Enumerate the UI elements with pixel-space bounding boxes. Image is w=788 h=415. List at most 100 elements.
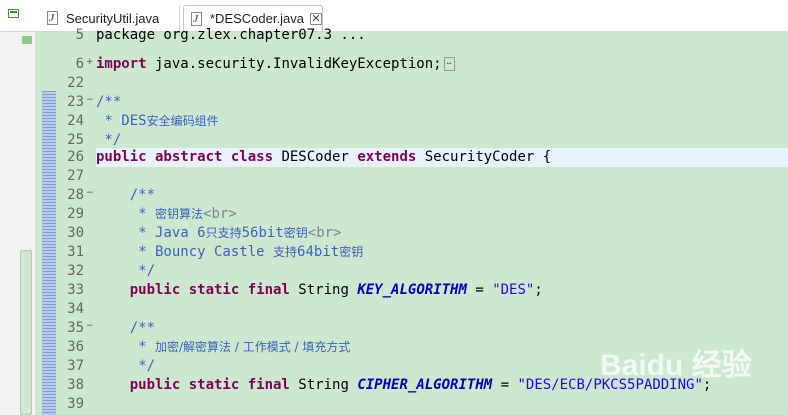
code-text: /**	[96, 93, 121, 112]
line-number: 26	[67, 149, 84, 165]
code-token: package org.zlex.chapter07.3 ...	[96, 27, 366, 43]
code-token: */	[96, 263, 156, 279]
tab-label: SecurityUtil.java	[66, 10, 160, 26]
line-number: 6	[75, 56, 84, 72]
code-text: package org.zlex.chapter07.3 ...	[96, 26, 366, 45]
code-token: 56bit	[241, 225, 284, 241]
code-token: KEY_ALGORITHM	[357, 282, 467, 298]
code-text: */	[96, 262, 155, 281]
line-number: 30	[67, 225, 84, 241]
line-number: 37	[67, 358, 84, 374]
code-line[interactable]: 22	[36, 74, 788, 93]
code-text: * Bouncy Castle 支持64bit密钥	[96, 243, 363, 262]
code-token: =	[492, 377, 518, 393]
code-text: public static final String KEY_ALGORITHM…	[96, 281, 543, 300]
close-icon[interactable]: ✕	[309, 12, 322, 25]
code-token: "DES"	[492, 282, 535, 298]
line-number: 36	[67, 339, 84, 355]
overview-ruler	[0, 32, 36, 415]
code-line[interactable]: 27	[36, 167, 788, 186]
code-line[interactable]: 34	[36, 300, 788, 319]
line-number: 23	[67, 94, 84, 110]
line-number: 33	[67, 282, 84, 298]
code-line[interactable]: 23−/**	[36, 93, 788, 112]
code-token: =	[466, 282, 493, 298]
code-token: /**	[96, 94, 122, 110]
code-line[interactable]: 33 public static final String KEY_ALGORI…	[36, 281, 788, 300]
code-text: /**	[96, 186, 155, 205]
code-line[interactable]: 30 * Java 6只支持56bit密钥<br>	[36, 224, 788, 243]
code-token: * Java 6	[96, 225, 206, 241]
code-line[interactable]: 35− /**	[36, 319, 788, 338]
code-token: 密钥	[283, 226, 308, 240]
code-token: String	[289, 377, 358, 393]
code-token: */	[96, 132, 122, 148]
tab-label: *DESCoder.java	[210, 11, 304, 26]
fold-collapse-icon[interactable]: −	[86, 189, 94, 198]
code-line[interactable]: 29 * 密钥算法<br>	[36, 205, 788, 224]
code-text: public abstract class DESCoder extends S…	[96, 148, 551, 167]
code-line[interactable]: 31 * Bouncy Castle 支持64bit密钥	[36, 243, 788, 262]
line-number: 31	[67, 244, 84, 260]
line-number: 35	[67, 320, 84, 336]
code-line[interactable]: 5 package org.zlex.chapter07.3 ...	[36, 26, 788, 45]
code-token: * Bouncy Castle	[96, 244, 274, 260]
code-token: extends	[357, 149, 417, 165]
watermark-logo: Baidu 经验	[600, 349, 752, 382]
code-text: * 密钥算法<br>	[96, 205, 237, 224]
code-line[interactable]: 6 + import java.security.InvalidKeyExcepti…	[36, 55, 788, 74]
annotation-marker	[22, 36, 32, 44]
code-token: *	[96, 206, 156, 222]
code-token: /**	[96, 187, 156, 203]
java-file-icon: J	[190, 11, 204, 26]
code-token: ;	[534, 282, 543, 298]
code-line[interactable]: 24 * DES安全编码组件	[36, 112, 788, 131]
code-text: import java.security.InvalidKeyException…	[96, 55, 455, 74]
code-text: * 加密/解密算法 / 工作模式 / 填充方式	[96, 338, 350, 357]
code-token: 加密/解密算法 / 工作模式 / 填充方式	[155, 340, 351, 354]
code-token: 密钥算法	[155, 207, 204, 221]
code-token: <br>	[203, 206, 237, 222]
fold-expand-icon[interactable]: +	[86, 58, 94, 67]
code-token: *	[96, 339, 156, 355]
line-number: 32	[67, 263, 84, 279]
fold-collapse-icon[interactable]: −	[86, 96, 94, 105]
code-text: * DES安全编码组件	[96, 112, 219, 131]
code-token: java.security.InvalidKeyException;	[146, 56, 442, 72]
code-token: 64bit	[297, 244, 340, 260]
code-token: <br>	[307, 225, 342, 241]
code-token: public static final	[96, 377, 290, 393]
code-text: /**	[96, 319, 155, 338]
line-number: 38	[67, 377, 84, 393]
code-text: */	[96, 357, 155, 376]
code-token: 密钥	[339, 245, 364, 259]
code-token: */	[96, 358, 156, 374]
code-line[interactable]: 26 public abstract class DESCoder extends…	[36, 148, 788, 167]
code-line[interactable]: 39	[36, 395, 788, 414]
code-text: * Java 6只支持56bit密钥<br>	[96, 224, 341, 243]
java-file-icon: J	[46, 11, 60, 25]
folded-imports-icon[interactable]: …	[443, 57, 455, 71]
scrollbar-thumb[interactable]	[20, 250, 32, 415]
code-token: DESCoder	[273, 149, 358, 165]
code-token: SecurityCoder {	[416, 149, 552, 165]
code-token: public abstract class	[96, 149, 274, 165]
code-token: CIPHER_ALGORITHM	[357, 377, 493, 393]
code-token: import	[96, 56, 147, 72]
code-token: public static final	[96, 282, 290, 298]
line-number: 22	[67, 75, 84, 91]
code-line[interactable]: 32 */	[36, 262, 788, 281]
code-token: 支持	[273, 245, 298, 259]
line-number: 5	[75, 27, 84, 43]
fold-collapse-icon[interactable]: −	[86, 322, 94, 331]
line-number: 24	[67, 113, 84, 129]
line-number: 28	[67, 187, 84, 203]
code-token: String	[289, 282, 358, 298]
code-token: 安全编码组件	[146, 114, 219, 128]
line-number: 39	[67, 396, 84, 412]
code-token: /**	[96, 320, 156, 336]
minimize-icon[interactable]	[8, 9, 19, 18]
code-line[interactable]: 28− /**	[36, 186, 788, 205]
code-token: 只支持	[205, 226, 242, 240]
line-number: 27	[67, 168, 84, 184]
